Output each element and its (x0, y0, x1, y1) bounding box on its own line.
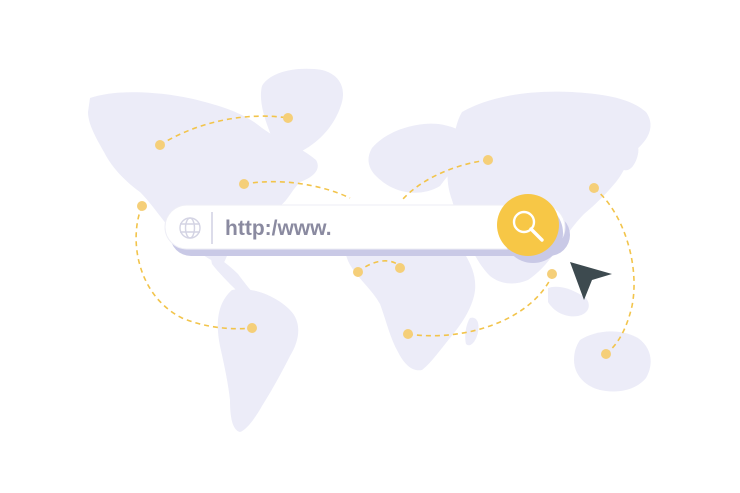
route-node (155, 140, 165, 150)
route-node (353, 267, 363, 277)
route-node (589, 183, 599, 193)
route-node (395, 263, 405, 273)
route-node (137, 201, 147, 211)
route-node (601, 349, 611, 359)
continent-south-america (217, 289, 299, 432)
route-node (483, 155, 493, 165)
continent-australia (574, 331, 651, 392)
route-node (403, 329, 413, 339)
route-node (247, 323, 257, 333)
illustration: http:/www. (88, 68, 651, 432)
route-node (283, 113, 293, 123)
continent-greenland (260, 68, 344, 155)
route-node (239, 179, 249, 189)
search-button-circle[interactable] (497, 194, 559, 256)
url-text[interactable]: http:/www. (225, 217, 332, 240)
route-node (547, 269, 557, 279)
